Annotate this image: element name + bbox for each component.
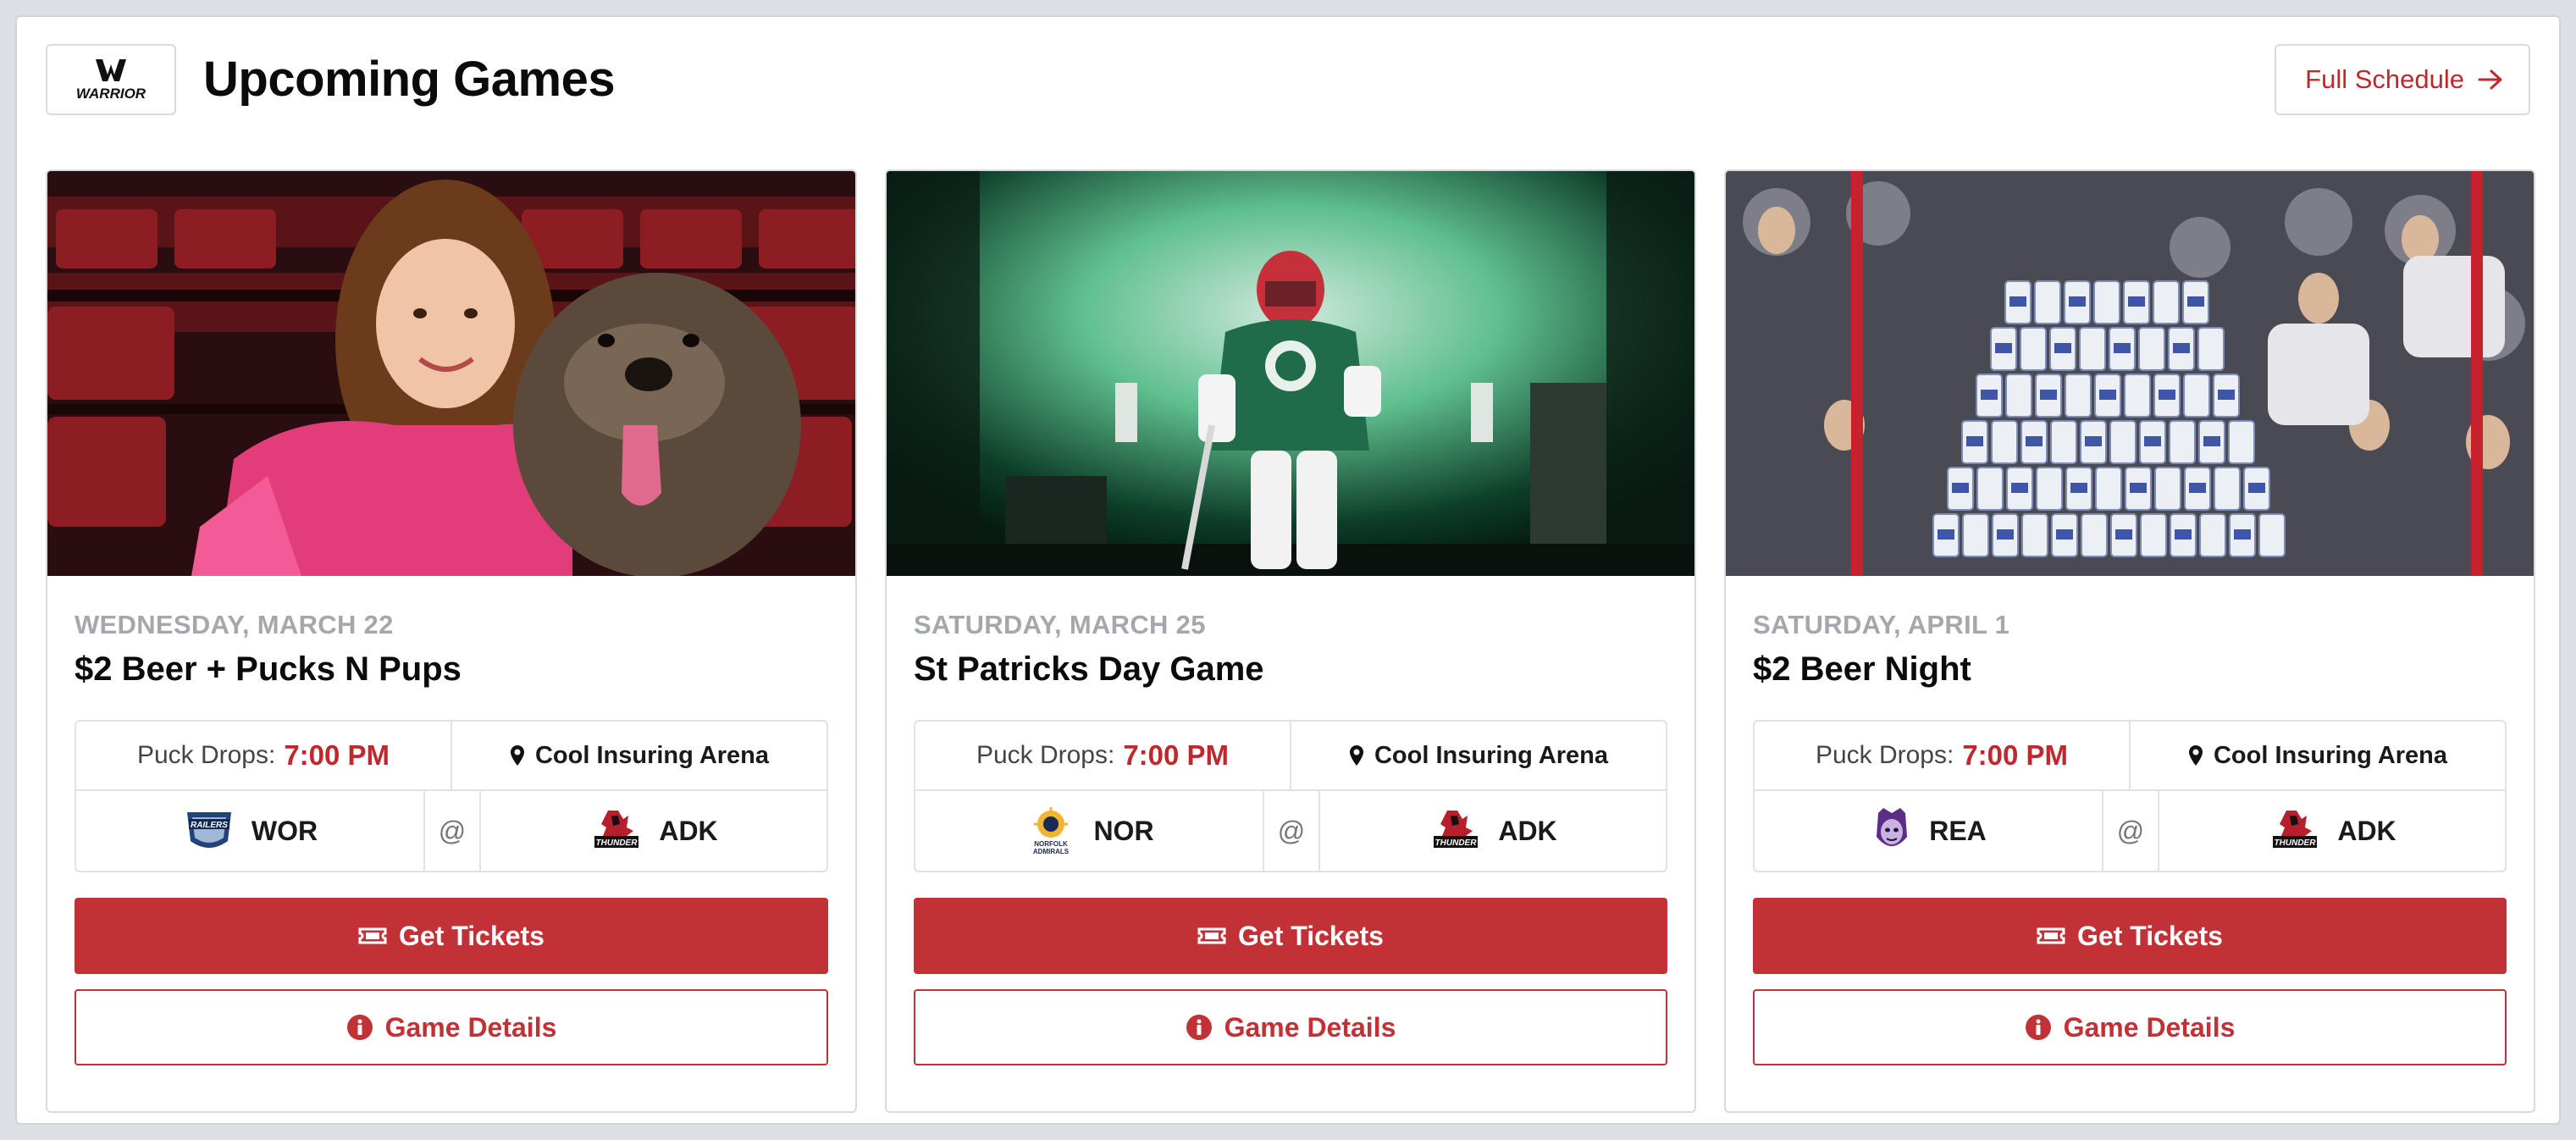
game-image[interactable] (887, 171, 1694, 576)
game-details-label: Game Details (2063, 1011, 2236, 1043)
game-title: $2 Beer + Pucks N Pups (75, 650, 462, 688)
puck-drop: Puck Drops: 7:00 PM (1755, 722, 2131, 789)
svg-text:THUNDER: THUNDER (1435, 838, 1478, 848)
game-details-button[interactable]: Game Details (1753, 989, 2507, 1065)
away-team-code: ADK (2337, 815, 2396, 846)
arena-name: Cool Insuring Arena (1374, 741, 1609, 769)
svg-text:THUNDER: THUNDER (2275, 838, 2317, 848)
get-tickets-button[interactable]: Get Tickets (914, 898, 1667, 974)
game-card: SATURDAY, MARCH 25 St Patricks Day Game … (885, 169, 1696, 1113)
game-info: Puck Drops: 7:00 PM Cool Insuring Arena (914, 720, 1667, 872)
puck-drop: Puck Drops: 7:00 PM (915, 722, 1291, 789)
svg-text:WARRIOR: WARRIOR (76, 86, 146, 102)
warrior-logo-icon: WARRIOR (76, 59, 146, 102)
game-title: $2 Beer Night (1753, 650, 1971, 688)
ticket-icon (2037, 927, 2065, 944)
get-tickets-label: Get Tickets (399, 920, 544, 951)
game-details-button[interactable]: Game Details (75, 989, 828, 1065)
arena: Cool Insuring Arena (2131, 722, 2505, 789)
puck-drop-label: Puck Drops: (1815, 741, 1954, 769)
home-team-code: NOR (1093, 815, 1154, 846)
map-pin-icon (1349, 745, 1363, 766)
game-details-label: Game Details (384, 1011, 557, 1043)
game-date: SATURDAY, MARCH 25 (914, 610, 1206, 639)
info-circle-icon (2025, 1015, 2051, 1040)
get-tickets-button[interactable]: Get Tickets (75, 898, 828, 974)
arena-name: Cool Insuring Arena (2213, 741, 2448, 769)
ticket-icon (1197, 927, 1226, 944)
map-pin-icon (2188, 745, 2203, 766)
thunder-logo-icon: THUNDER (2273, 811, 2318, 848)
game-details-label: Game Details (1224, 1011, 1396, 1043)
at-symbol: @ (2103, 791, 2159, 871)
at-symbol: @ (1264, 791, 1320, 871)
puck-drop: Puck Drops: 7:00 PM (76, 722, 452, 789)
arrow-right-icon (2478, 69, 2502, 90)
game-card: SATURDAY, APRIL 1 $2 Beer Night Puck Dro… (1724, 169, 2535, 1113)
game-title: St Patricks Day Game (914, 650, 1264, 688)
photo-girl-with-dog-icon (47, 171, 855, 576)
get-tickets-label: Get Tickets (1238, 920, 1384, 951)
puck-drop-time: 7:00 PM (1962, 739, 2069, 771)
away-team-code: ADK (1498, 815, 1557, 846)
game-card: WEDNESDAY, MARCH 22 $2 Beer + Pucks N Pu… (46, 169, 857, 1113)
header: WARRIOR Upcoming Games Full Schedule (46, 44, 2530, 115)
upcoming-games-panel: WARRIOR Upcoming Games Full Schedule WED… (15, 15, 2561, 1125)
home-team: REA (1755, 791, 2103, 871)
page-title: Upcoming Games (203, 52, 616, 107)
svg-text:ADMIRALS: ADMIRALS (1033, 848, 1070, 855)
svg-text:NORFOLK: NORFOLK (1035, 840, 1069, 848)
home-team-code: REA (1929, 815, 1987, 846)
away-team-code: ADK (659, 815, 718, 846)
games-list: WEDNESDAY, MARCH 22 $2 Beer + Pucks N Pu… (46, 169, 2535, 1113)
home-team: RAILERS WOR (76, 791, 425, 871)
warrior-logo[interactable]: WARRIOR (46, 44, 176, 115)
game-image[interactable] (1726, 171, 2534, 576)
photo-beer-can-pyramid-icon (1726, 171, 2534, 576)
game-info: Puck Drops: 7:00 PM Cool Insuring Arena (75, 720, 828, 872)
home-team-code: WOR (251, 815, 318, 846)
map-pin-icon (510, 745, 524, 766)
away-team: THUNDER ADK (2159, 791, 2505, 871)
game-date: WEDNESDAY, MARCH 22 (75, 610, 394, 639)
get-tickets-label: Get Tickets (2077, 920, 2223, 951)
full-schedule-label: Full Schedule (2305, 64, 2464, 94)
puck-drop-time: 7:00 PM (1123, 739, 1230, 771)
home-team: NORFOLK ADMIRALS NOR (915, 791, 1264, 871)
ticket-icon (358, 927, 387, 944)
game-details-button[interactable]: Game Details (914, 989, 1667, 1065)
svg-text:THUNDER: THUNDER (596, 838, 638, 848)
railers-logo-icon: RAILERS (186, 812, 231, 848)
game-date: SATURDAY, APRIL 1 (1753, 610, 2010, 639)
get-tickets-button[interactable]: Get Tickets (1753, 898, 2507, 974)
photo-goalie-green-smoke-icon (887, 171, 1694, 576)
admirals-logo-icon: NORFOLK ADMIRALS (1033, 807, 1070, 855)
game-info: Puck Drops: 7:00 PM Cool Insuring Arena (1753, 720, 2507, 872)
away-team: THUNDER ADK (481, 791, 826, 871)
full-schedule-link[interactable]: Full Schedule (2275, 44, 2530, 115)
thunder-logo-icon: THUNDER (594, 811, 639, 848)
puck-drop-label: Puck Drops: (136, 741, 276, 769)
royals-logo-icon (1877, 808, 1908, 846)
puck-drop-label: Puck Drops: (976, 741, 1115, 769)
info-circle-icon (1186, 1015, 1212, 1040)
arena-name: Cool Insuring Arena (534, 741, 770, 769)
svg-text:RAILERS: RAILERS (191, 821, 228, 830)
at-symbol: @ (425, 791, 481, 871)
away-team: THUNDER ADK (1320, 791, 1666, 871)
game-image[interactable] (47, 171, 855, 576)
info-circle-icon (346, 1015, 373, 1040)
arena: Cool Insuring Arena (452, 722, 826, 789)
thunder-logo-icon: THUNDER (1434, 811, 1479, 848)
arena: Cool Insuring Arena (1291, 722, 1666, 789)
puck-drop-time: 7:00 PM (284, 739, 390, 771)
